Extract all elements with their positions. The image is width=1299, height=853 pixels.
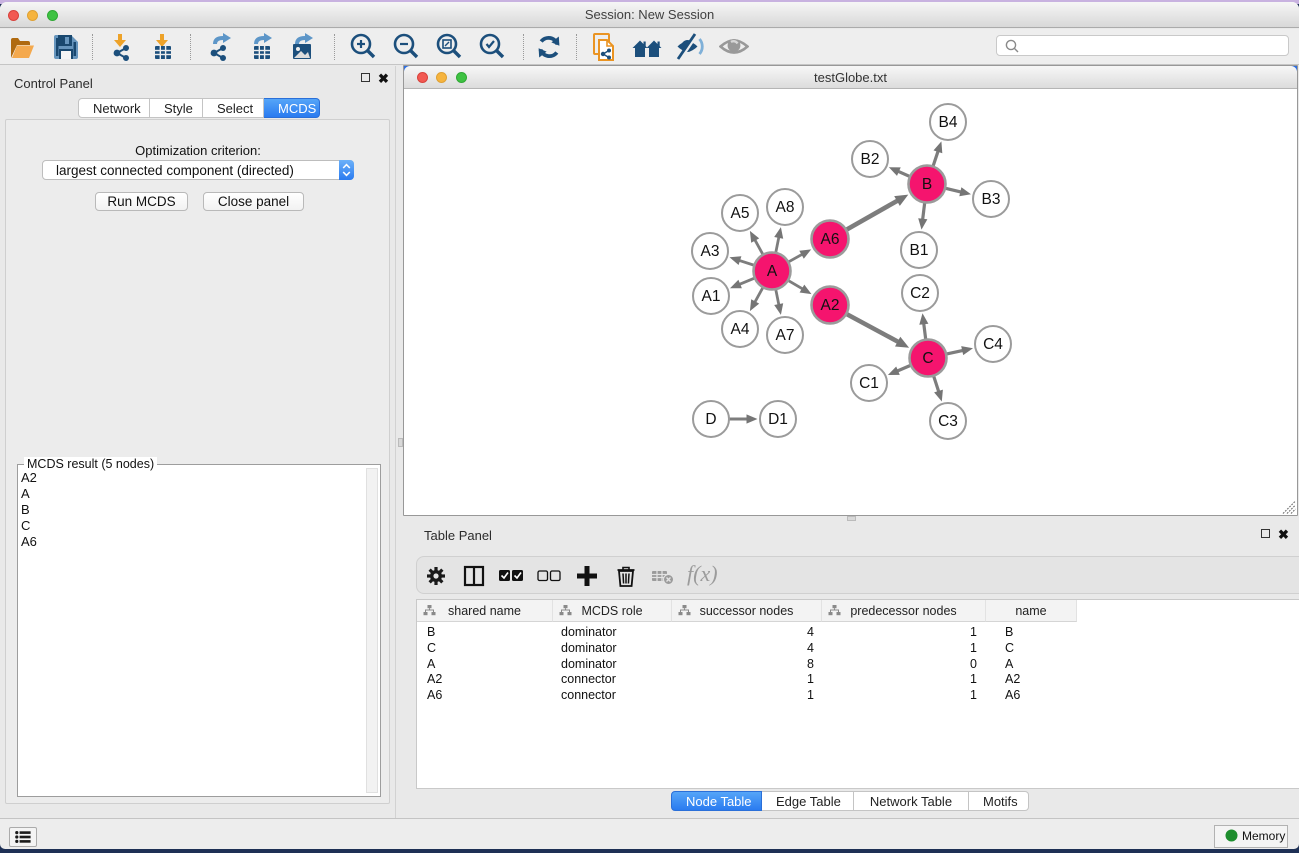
svg-text:A4: A4 (731, 321, 750, 338)
svg-text:A: A (767, 263, 778, 280)
svg-text:B3: B3 (982, 191, 1001, 208)
svg-text:C: C (922, 350, 933, 367)
svg-text:C3: C3 (938, 413, 958, 430)
svg-text:B1: B1 (910, 242, 929, 259)
svg-text:C4: C4 (983, 336, 1003, 353)
svg-text:B4: B4 (939, 114, 958, 131)
svg-text:A6: A6 (821, 231, 840, 248)
svg-text:D1: D1 (768, 411, 788, 428)
svg-text:B2: B2 (861, 151, 880, 168)
svg-text:C2: C2 (910, 285, 930, 302)
svg-text:B: B (922, 176, 932, 193)
svg-text:A5: A5 (731, 205, 750, 222)
svg-text:A8: A8 (776, 199, 795, 216)
svg-text:A7: A7 (776, 327, 795, 344)
svg-text:C1: C1 (859, 375, 879, 392)
svg-text:A3: A3 (701, 243, 720, 260)
svg-text:D: D (705, 411, 716, 428)
svg-text:A2: A2 (821, 297, 840, 314)
svg-text:A1: A1 (702, 288, 721, 305)
